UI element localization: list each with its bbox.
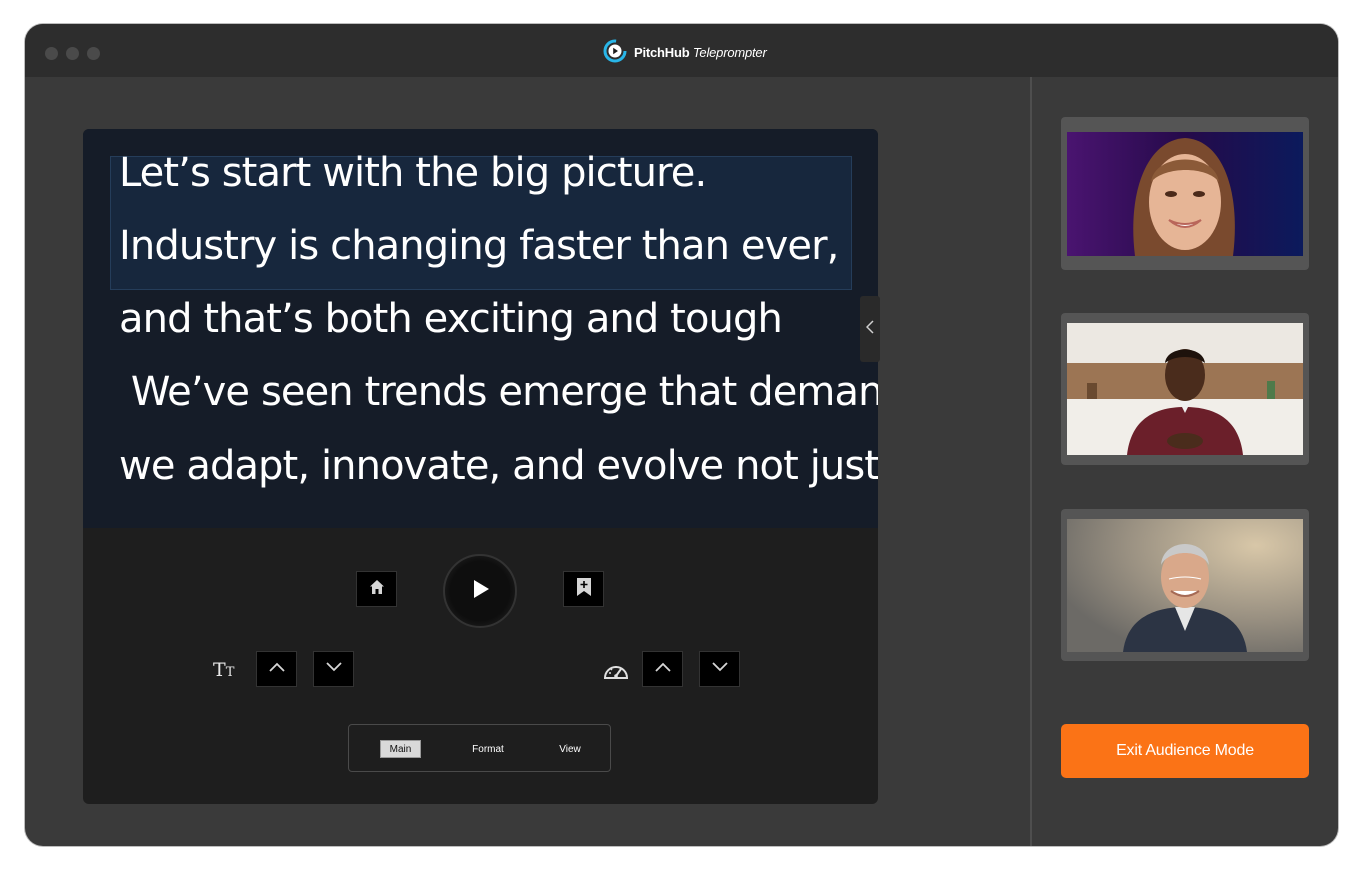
tab-main[interactable]: Main — [380, 740, 421, 758]
text-size-label: TT — [213, 659, 235, 681]
home-button[interactable] — [356, 571, 397, 607]
script-display[interactable]: Let’s start with the big picture. Indust… — [83, 129, 878, 528]
participant-video-2 — [1067, 323, 1303, 455]
chevron-up-icon — [654, 660, 672, 678]
app-window: PitchHub Teleprompter Let’s start with t… — [25, 24, 1338, 846]
collapse-panel-button[interactable] — [860, 296, 880, 362]
script-line: and that’s both exciting and tough — [119, 296, 783, 342]
play-icon — [469, 578, 491, 605]
chevron-left-icon — [865, 319, 874, 339]
close-window-dot[interactable] — [45, 47, 58, 60]
home-icon — [368, 578, 386, 601]
play-button[interactable] — [443, 554, 517, 628]
participant-video-3 — [1067, 519, 1303, 652]
tab-view[interactable]: View — [550, 740, 590, 758]
bookmark-add-icon — [576, 577, 592, 602]
logo-play-circle-icon — [603, 39, 627, 66]
chevron-down-icon — [325, 660, 343, 678]
participant-video-1 — [1067, 132, 1303, 256]
script-line: Industry is changing faster than ever, — [119, 223, 839, 269]
title-bar: PitchHub Teleprompter — [25, 24, 1338, 77]
script-line: Let’s start with the big picture. — [119, 150, 707, 196]
participant-tile-3[interactable] — [1061, 509, 1309, 661]
text-size-up-button[interactable] — [256, 651, 297, 687]
app-brand: PitchHub Teleprompter — [603, 39, 767, 66]
minimize-window-dot[interactable] — [66, 47, 79, 60]
maximize-window-dot[interactable] — [87, 47, 100, 60]
participant-tile-1[interactable] — [1061, 117, 1309, 270]
app-title: PitchHub Teleprompter — [634, 44, 767, 60]
add-bookmark-button[interactable] — [563, 571, 604, 607]
chevron-up-icon — [268, 660, 286, 678]
sidebar-divider — [1030, 77, 1032, 846]
speed-up-button[interactable] — [642, 651, 683, 687]
tab-format[interactable]: Format — [463, 740, 513, 758]
exit-audience-mode-button[interactable]: Exit Audience Mode — [1061, 724, 1309, 778]
participant-tile-2[interactable] — [1061, 313, 1309, 465]
text-size-down-button[interactable] — [313, 651, 354, 687]
teleprompter-panel: Let’s start with the big picture. Indust… — [83, 129, 878, 804]
chevron-down-icon — [711, 660, 729, 678]
mode-tabs: Main Format View — [348, 724, 611, 772]
speedometer-icon — [602, 661, 630, 688]
speed-down-button[interactable] — [699, 651, 740, 687]
script-line: we adapt, innovate, and evolve not just — [119, 443, 878, 489]
script-line: We’ve seen trends emerge that demand — [119, 369, 878, 415]
